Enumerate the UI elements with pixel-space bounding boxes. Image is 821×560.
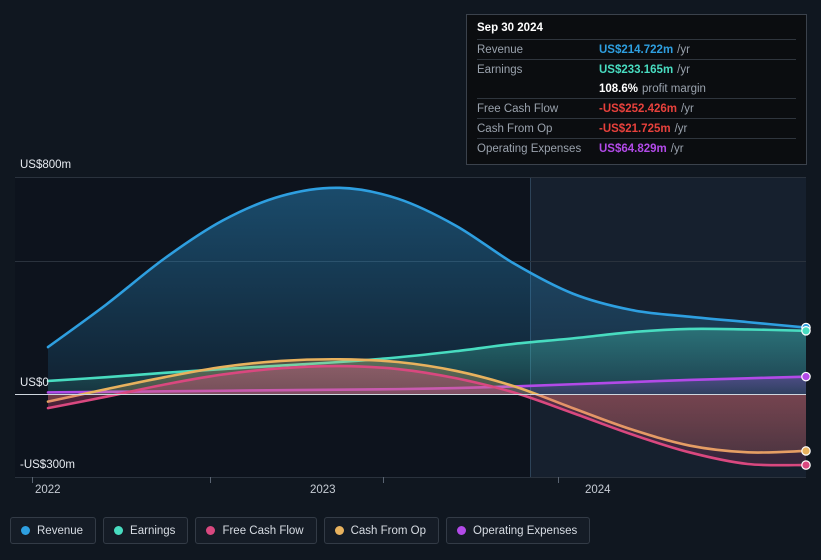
tooltip-row-unit: /yr bbox=[677, 43, 690, 56]
tooltip-row-value: -US$21.725m bbox=[599, 122, 671, 135]
historical-region-background bbox=[15, 177, 530, 477]
tooltip-row-label: Cash From Op bbox=[477, 122, 553, 135]
forecast-region-background bbox=[530, 177, 806, 477]
tooltip-row-unit: /yr bbox=[681, 102, 694, 115]
tooltip-row-label: Free Cash Flow bbox=[477, 102, 559, 115]
legend-item-revenue[interactable]: Revenue bbox=[10, 517, 97, 544]
y-axis-label-zero: US$0 bbox=[20, 377, 49, 389]
gridline-mid bbox=[15, 261, 806, 262]
legend-item-operating-expenses[interactable]: Operating Expenses bbox=[446, 517, 591, 544]
legend-color-dot bbox=[206, 526, 216, 535]
tooltip-row: Earnings US$233.165m/yr bbox=[477, 59, 796, 79]
tooltip-row-label: Revenue bbox=[477, 43, 524, 56]
tooltip-row-label: Operating Expenses bbox=[477, 142, 582, 155]
financial-chart-widget: US$800m US$0 -US$300m 2022 2023 2024 Sep… bbox=[0, 0, 821, 560]
legend-label: Cash From Op bbox=[350, 524, 427, 537]
tooltip-row-value-wrap: US$64.829m/yr bbox=[599, 142, 684, 156]
gridline-axis-bottom bbox=[15, 477, 806, 478]
tooltip-row-value: US$64.829m bbox=[599, 142, 667, 155]
tooltip-row-value-wrap: -US$252.426m/yr bbox=[599, 102, 694, 116]
x-axis-tick-3 bbox=[383, 477, 384, 483]
tooltip-row: Cash From Op -US$21.725m/yr bbox=[477, 118, 796, 138]
legend-label: Earnings bbox=[130, 524, 176, 537]
tooltip-row: Free Cash Flow -US$252.426m/yr bbox=[477, 98, 796, 118]
gridline-800m bbox=[15, 177, 806, 178]
legend-color-dot bbox=[21, 526, 30, 535]
legend-color-dot bbox=[457, 526, 467, 535]
tooltip-row: Operating Expenses US$64.829m/yr bbox=[477, 138, 796, 158]
tooltip-row-unit: /yr bbox=[677, 63, 690, 76]
zero-baseline bbox=[15, 394, 806, 395]
tooltip-rows: Revenue US$214.722m/yr Earnings US$233.165m… bbox=[477, 39, 796, 158]
x-axis-tick-1 bbox=[32, 477, 33, 483]
legend-item-cash-from-op[interactable]: Cash From Op bbox=[323, 517, 440, 544]
legend-label: Operating Expenses bbox=[473, 524, 578, 537]
legend-label: Free Cash Flow bbox=[222, 524, 304, 537]
chart-legend[interactable]: Revenue Earnings Free Cash Flow Cash From O… bbox=[10, 517, 591, 544]
x-axis-label-2022: 2022 bbox=[35, 484, 61, 496]
x-axis-label-2023: 2023 bbox=[310, 484, 336, 496]
legend-color-dot bbox=[114, 526, 124, 535]
data-tooltip: Sep 30 2024 Revenue US$214.722m/yr Earning… bbox=[466, 14, 807, 165]
x-axis-tick-2 bbox=[210, 477, 211, 483]
x-axis-label-2024: 2024 bbox=[585, 484, 611, 496]
tooltip-row-value: -US$252.426m bbox=[599, 102, 677, 115]
forecast-divider-line bbox=[530, 177, 531, 477]
tooltip-row-value-wrap: US$214.722m/yr bbox=[599, 43, 690, 57]
tooltip-row-value-wrap: -US$21.725m/yr bbox=[599, 122, 687, 136]
tooltip-date: Sep 30 2024 bbox=[477, 22, 543, 34]
tooltip-row-unit: /yr bbox=[670, 142, 684, 155]
tooltip-row: 108.6% profit margin bbox=[477, 79, 796, 98]
tooltip-row-unit: profit margin bbox=[642, 82, 706, 95]
legend-item-free-cash-flow[interactable]: Free Cash Flow bbox=[195, 517, 317, 544]
tooltip-row-value: 108.6% bbox=[599, 82, 639, 95]
tooltip-row: Revenue US$214.722m/yr bbox=[477, 39, 796, 59]
y-axis-label-top: US$800m bbox=[20, 159, 72, 171]
tooltip-row-value-wrap: US$233.165m/yr bbox=[599, 63, 690, 77]
legend-color-dot bbox=[334, 526, 344, 535]
x-axis-tick-4 bbox=[558, 477, 559, 483]
legend-label: Revenue bbox=[37, 524, 84, 537]
tooltip-row-unit: /yr bbox=[674, 122, 688, 135]
tooltip-row-value-wrap: 108.6% profit margin bbox=[599, 82, 706, 96]
tooltip-row-label: Earnings bbox=[477, 63, 523, 76]
tooltip-row-value: US$214.722m bbox=[599, 43, 674, 56]
plot-area bbox=[0, 160, 821, 478]
legend-item-earnings[interactable]: Earnings bbox=[103, 517, 189, 544]
y-axis-label-bottom: -US$300m bbox=[20, 459, 75, 471]
tooltip-row-value: US$233.165m bbox=[599, 63, 674, 76]
